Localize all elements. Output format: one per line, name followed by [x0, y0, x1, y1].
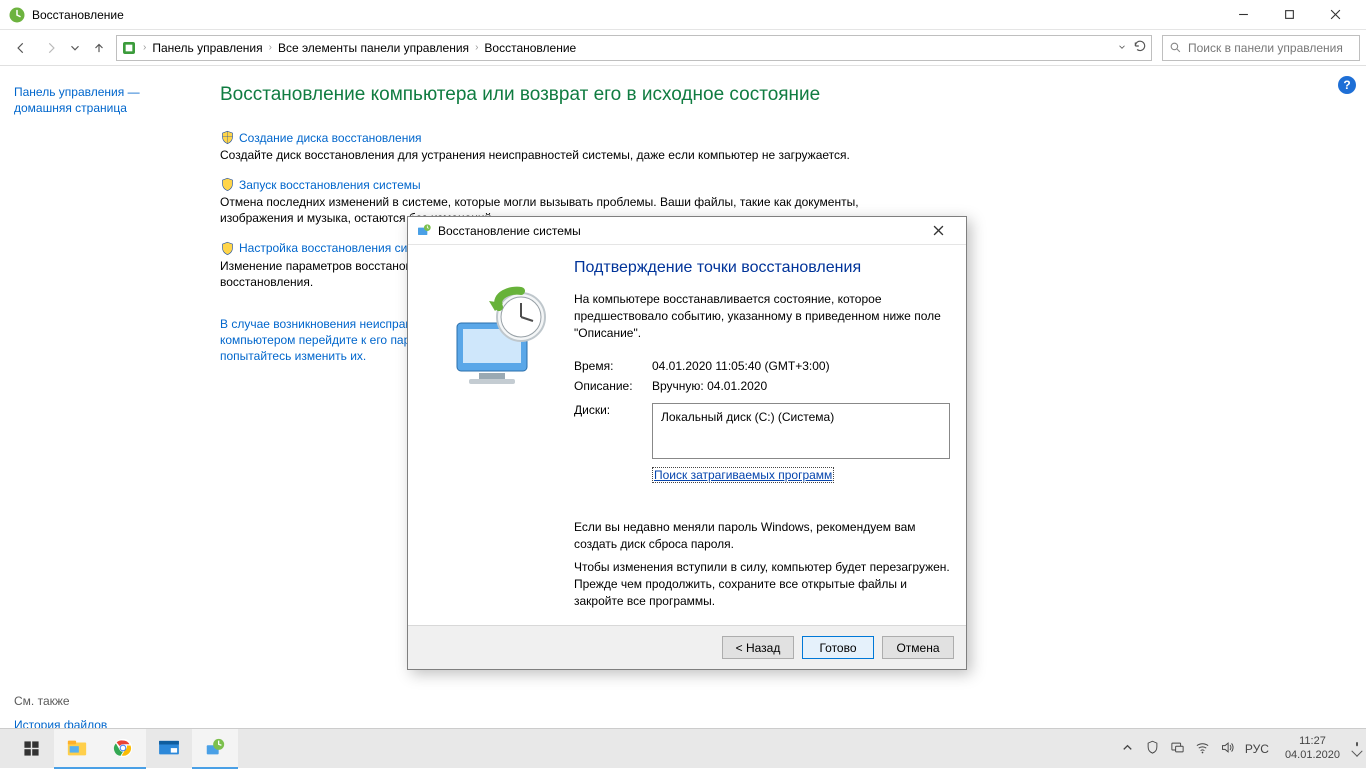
tray-overflow-icon[interactable] — [1120, 740, 1135, 758]
taskbar-explorer-icon[interactable] — [54, 729, 100, 769]
breadcrumb[interactable]: Восстановление — [484, 41, 576, 55]
see-also-label: См. также — [14, 694, 107, 708]
window-title: Восстановление — [32, 8, 124, 22]
address-dropdown-icon[interactable] — [1117, 41, 1127, 55]
search-input[interactable]: Поиск в панели управления — [1162, 35, 1360, 61]
dialog-heading: Подтверждение точки восстановления — [574, 259, 950, 277]
disk-item: Локальный диск (C:) (Система) — [661, 410, 941, 424]
up-button[interactable] — [86, 35, 112, 61]
dialog-button-bar: < Назад Готово Отмена — [408, 625, 966, 669]
disks-label: Диски: — [574, 403, 652, 459]
forward-button[interactable] — [38, 35, 64, 61]
breadcrumb[interactable]: Панель управления — [152, 41, 262, 55]
description-value: Вручную: 04.01.2020 — [652, 379, 950, 393]
disks-list: Локальный диск (C:) (Система) — [652, 403, 950, 459]
clock-date: 04.01.2020 — [1285, 749, 1340, 762]
finish-button[interactable]: Готово — [802, 636, 874, 659]
control-panel-home-link[interactable]: Панель управления — домашняя страница — [14, 84, 196, 116]
volume-icon[interactable] — [1220, 740, 1235, 758]
close-button[interactable] — [1312, 0, 1358, 30]
action-center-icon[interactable] — [1356, 743, 1358, 755]
chevron-right-icon: › — [143, 42, 146, 53]
time-label: Время: — [574, 359, 652, 373]
cancel-button[interactable]: Отмена — [882, 636, 954, 659]
taskbar-app-icon[interactable] — [146, 729, 192, 769]
dialog-illustration — [424, 259, 574, 615]
system-restore-icon — [416, 223, 432, 239]
dialog-note: Если вы недавно меняли пароль Windows, р… — [574, 519, 950, 553]
language-indicator[interactable]: РУС — [1245, 742, 1269, 756]
minimize-button[interactable] — [1220, 0, 1266, 30]
network-icon[interactable] — [1170, 740, 1185, 758]
search-icon — [1169, 41, 1182, 54]
option-title: Создание диска восстановления — [239, 131, 422, 145]
sidebar: Панель управления — домашняя страница См… — [0, 66, 210, 768]
time-value: 04.01.2020 11:05:40 (GMT+3:00) — [652, 359, 950, 373]
option-desc: Создайте диск восстановления для устране… — [220, 147, 900, 163]
shield-icon — [220, 177, 235, 192]
security-icon[interactable] — [1145, 740, 1160, 758]
start-button[interactable] — [8, 729, 54, 769]
open-system-restore-link[interactable]: Запуск восстановления системы — [220, 177, 900, 192]
create-recovery-drive-link[interactable]: Создание диска восстановления — [220, 130, 900, 145]
back-button[interactable]: < Назад — [722, 636, 794, 659]
chevron-right-icon: › — [475, 42, 478, 53]
shield-icon — [220, 130, 235, 145]
breadcrumb[interactable]: Все элементы панели управления — [278, 41, 469, 55]
taskbar[interactable]: РУС 11:27 04.01.2020 — [0, 728, 1366, 768]
chevron-right-icon: › — [269, 42, 272, 53]
system-tray: РУС 11:27 04.01.2020 — [1120, 735, 1358, 761]
window-titlebar: Восстановление — [0, 0, 1366, 30]
dialog-intro: На компьютере восстанавливается состояни… — [574, 291, 950, 341]
navigation-bar: › Панель управления › Все элементы панел… — [0, 30, 1366, 66]
scan-affected-programs-link[interactable]: Поиск затрагиваемых программ — [652, 467, 834, 483]
address-bar[interactable]: › Панель управления › Все элементы панел… — [116, 35, 1152, 61]
dialog-close-button[interactable] — [918, 220, 958, 242]
dialog-note: Чтобы изменения вступили в силу, компьют… — [574, 559, 950, 609]
shield-icon — [220, 241, 235, 256]
help-icon[interactable]: ? — [1338, 76, 1356, 94]
recent-dropdown[interactable] — [68, 35, 82, 61]
refresh-button[interactable] — [1133, 39, 1147, 56]
clock-time: 11:27 — [1285, 735, 1340, 748]
system-restore-dialog: Восстановление системы — [407, 216, 967, 670]
page-title: Восстановление компьютера или возврат ег… — [220, 84, 1346, 106]
dialog-titlebar[interactable]: Восстановление системы — [408, 217, 966, 245]
description-label: Описание: — [574, 379, 652, 393]
taskbar-chrome-icon[interactable] — [100, 729, 146, 769]
back-button[interactable] — [8, 35, 34, 61]
dialog-title: Восстановление системы — [438, 224, 581, 238]
taskbar-system-restore-icon[interactable] — [192, 729, 238, 769]
wifi-icon[interactable] — [1195, 740, 1210, 758]
address-icon — [121, 40, 137, 56]
option-title: Запуск восстановления системы — [239, 178, 421, 192]
maximize-button[interactable] — [1266, 0, 1312, 30]
search-placeholder: Поиск в панели управления — [1188, 41, 1343, 55]
recovery-icon — [8, 6, 26, 24]
taskbar-clock[interactable]: 11:27 04.01.2020 — [1285, 735, 1340, 761]
